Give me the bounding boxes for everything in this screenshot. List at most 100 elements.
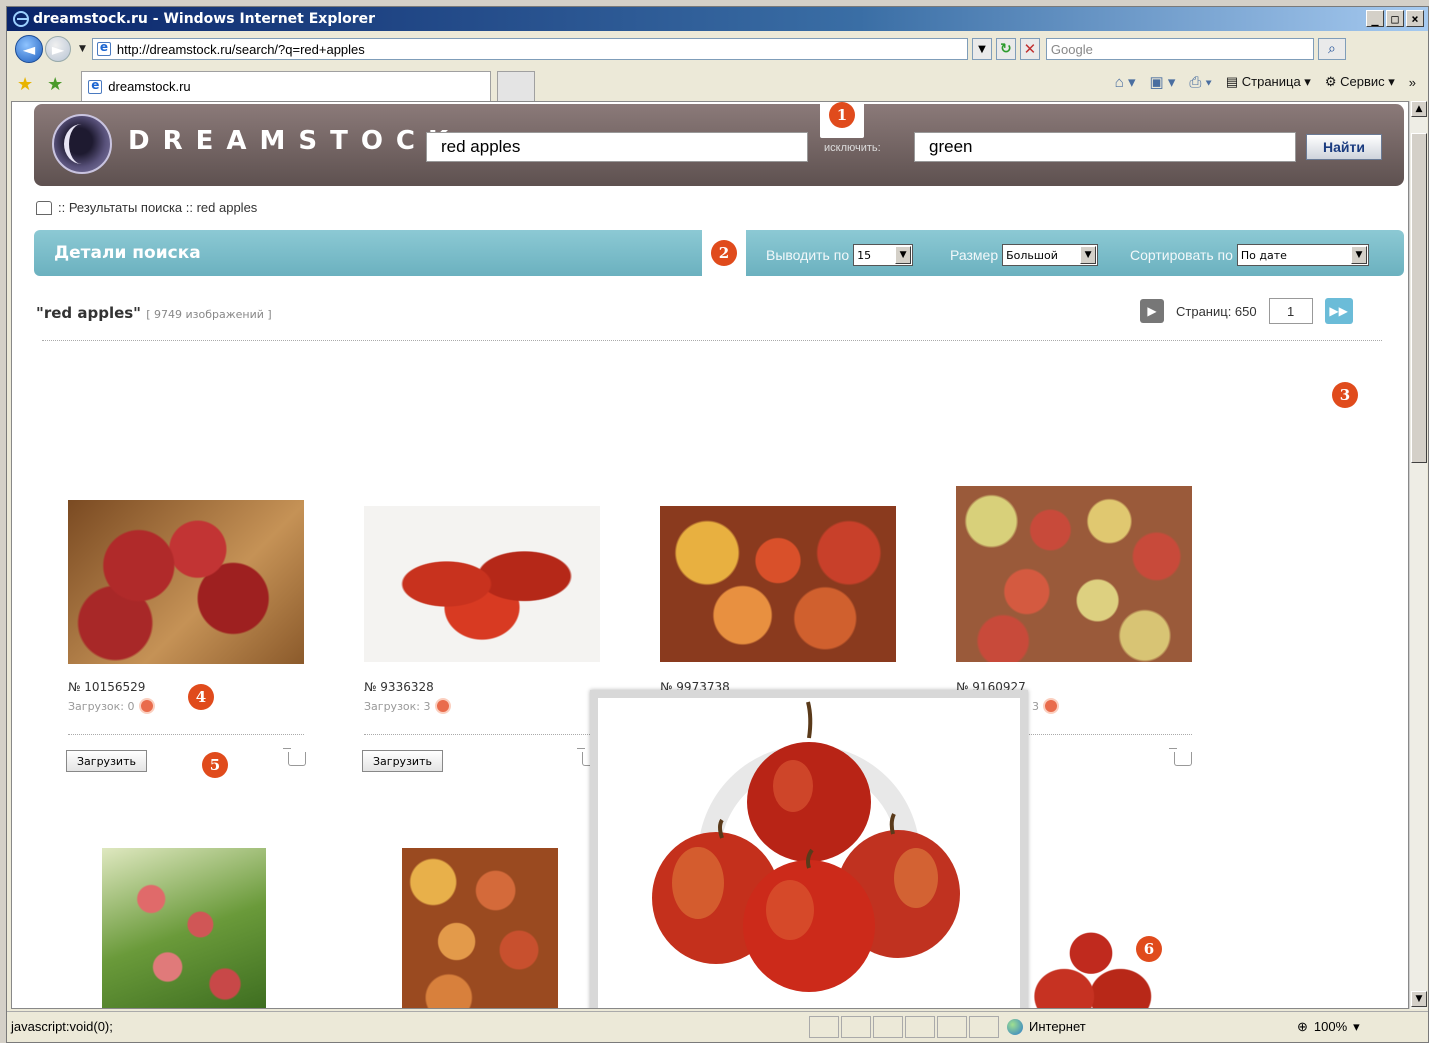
stop-icon[interactable]: ✕ [1019,38,1040,60]
results-query: "red apples" [36,304,141,322]
sort-value: По дате [1240,248,1287,262]
new-tab-button[interactable] [497,71,536,101]
image-id[interactable]: № 9160927 [956,680,1026,690]
command-bar: ⌂ ▾ ▣ ▾ ⎙ ▾ ▤ Страница ▾ ⚙ Сервис ▾ » [1115,73,1416,92]
favorites-star-icon[interactable]: ★ [17,74,33,95]
prev-page-icon[interactable]: ▶ [1140,299,1164,323]
per-page-value: 15 [857,248,872,262]
status-cell [969,1015,999,1038]
pages-count: Страниц: 650 [1176,303,1257,319]
downloads-count: 3 [1032,698,1059,714]
annotation-marker-6: 6 [1136,936,1162,962]
url-text: http://dreamstock.ru/search/?q=red+apple… [116,41,365,57]
apples-preview-image [652,701,960,992]
tools-menu-label: Сервис [1340,74,1385,89]
download-button[interactable]: Загрузить [66,750,147,772]
print-icon[interactable]: ⎙ ▾ [1189,74,1211,91]
tools-menu[interactable]: ⚙ Сервис ▾ [1325,74,1395,90]
refresh-icon[interactable]: ↻ [995,38,1016,60]
cart-icon[interactable] [283,748,306,766]
ie-logo-icon [13,11,29,27]
scroll-thumb[interactable] [1411,133,1427,463]
marker-5-label: 5 [209,756,221,774]
chevron-down-icon[interactable]: ▾ [1353,1019,1360,1035]
globe-icon [1007,1018,1023,1035]
marker-6-label: 6 [1143,940,1155,958]
next-page-icon[interactable]: ▶▶ [1324,298,1353,324]
scroll-down-icon[interactable]: ▼ [1411,991,1427,1007]
forward-button[interactable]: ► [45,36,71,62]
breadcrumb-text[interactable]: :: Результаты поиска :: red apples [58,200,257,215]
size-label: Размер [950,247,999,263]
browser-window: dreamstock.ru - Windows Internet Explore… [6,6,1429,1043]
download-badge-icon [138,698,155,714]
zoom-control[interactable]: ⊕ 100% ▾ [1297,1019,1360,1035]
image-id[interactable]: № 9973738 [660,680,730,690]
chevron-down-icon: ▼ [1350,246,1367,264]
downloads-text: Загрузок: 3 [364,699,431,713]
search-input[interactable]: Google [1045,38,1314,60]
query-input[interactable]: red apples [426,132,808,162]
window-title: dreamstock.ru - Windows Internet Explore… [33,11,376,27]
divider [42,340,1382,341]
chevron-down-icon: ▼ [1080,246,1097,264]
image-thumbnail[interactable] [402,848,558,1008]
marker-1-label: 1 [829,102,855,128]
url-dropdown-button[interactable]: ▼ [971,38,992,60]
page-value: 1 [1286,303,1295,319]
marker-4-label: 4 [195,688,207,706]
image-thumbnail[interactable] [956,486,1192,662]
per-page-select[interactable]: 15 ▼ [853,244,914,266]
per-page-label: Выводить по [766,247,850,263]
annotation-marker-5: 5 [202,752,228,778]
site-logo-text[interactable]: DREAMSTOCK [128,126,461,156]
home-icon[interactable]: ⌂ ▾ [1115,73,1136,91]
zone-label: Интернет [1029,1019,1086,1034]
size-select[interactable]: Большой ▼ [1002,244,1099,266]
exclude-input[interactable]: green [914,132,1296,162]
image-id[interactable]: № 10156529 [68,680,145,694]
cart-icon[interactable] [1169,748,1192,766]
tab-label: dreamstock.ru [108,79,191,94]
card-divider [364,734,600,735]
feeds-icon[interactable]: ▣ ▾ [1150,73,1176,91]
marker-3-label: 3 [1339,386,1351,404]
sort-select[interactable]: По дате ▼ [1236,244,1369,266]
downloads-text: 3 [1032,699,1039,713]
vertical-scrollbar[interactable]: ▲ ▼ [1409,101,1427,1009]
site-header: DREAMSTOCK red apples исключить: green Н… [34,104,1404,186]
page-menu[interactable]: ▤ Страница ▾ [1226,74,1311,90]
maximize-button[interactable]: □ [1386,10,1404,27]
search-icon[interactable]: ⌕ [1317,38,1346,60]
sort-label: Сортировать по [1130,247,1233,263]
details-title: Детали поиска [54,243,201,263]
results-count: [ 9749 изображений ] [146,308,272,321]
scroll-up-icon[interactable]: ▲ [1411,101,1427,117]
minimize-button[interactable]: _ [1366,10,1384,27]
close-button[interactable]: × [1406,10,1424,27]
history-dropdown-icon[interactable]: ▼ [79,44,86,54]
annotation-marker-2: 2 [702,226,746,280]
back-button[interactable]: ◄ [15,35,43,63]
page-input[interactable]: 1 [1268,298,1313,324]
tab-dreamstock[interactable]: dreamstock.ru [81,71,492,101]
dreamstock-logo-icon[interactable] [52,114,112,174]
page-viewport: DREAMSTOCK red apples исключить: green Н… [11,101,1409,1009]
chevron-down-icon: ▼ [895,246,912,264]
add-favorite-icon[interactable]: ★ [47,74,63,95]
image-thumbnail[interactable] [68,500,304,664]
chevron-more-icon[interactable]: » [1409,75,1416,90]
image-id[interactable]: № 9336328 [364,680,434,694]
status-cell [905,1015,935,1038]
download-button[interactable]: Загрузить [362,750,443,772]
size-value: Большой [1006,248,1058,262]
find-button[interactable]: Найти [1306,134,1382,160]
breadcrumb-home-icon[interactable] [36,200,52,215]
search-placeholder: Google [1050,41,1093,57]
breadcrumb: :: Результаты поиска :: red apples [36,200,257,215]
image-thumbnail[interactable] [102,848,266,1008]
url-input[interactable]: http://dreamstock.ru/search/?q=red+apple… [91,38,968,60]
image-thumbnail[interactable] [364,506,600,662]
image-thumbnail[interactable] [660,506,896,662]
image-thumbnail[interactable] [1024,910,1158,1008]
